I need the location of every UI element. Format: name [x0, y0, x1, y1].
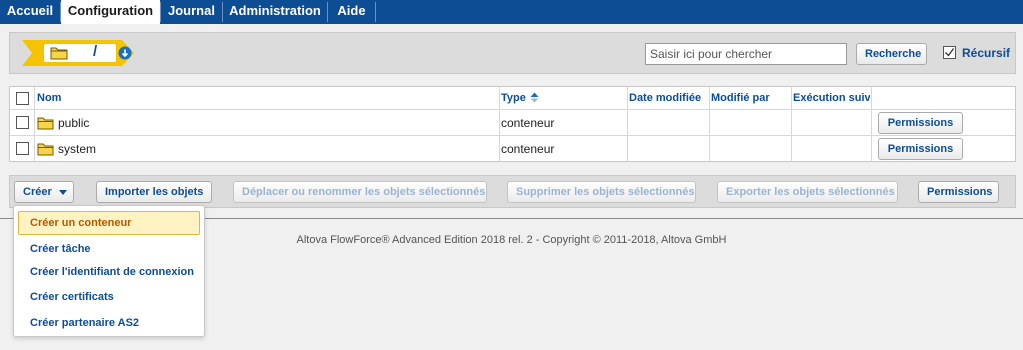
move-rename-button[interactable]: Déplacer ou renommer les objets sélectio…	[233, 181, 487, 203]
table-row: system conteneur Permissions	[10, 136, 1015, 161]
column-header-date-modified[interactable]: Date modifiée	[629, 87, 709, 109]
column-header-modified-by[interactable]: Modifié par	[711, 87, 791, 109]
breadcrumb[interactable]: /	[22, 40, 134, 66]
column-header-next-run[interactable]: Exécution suiv	[793, 87, 870, 109]
row-name-link[interactable]: system	[58, 136, 96, 162]
row-type: conteneur	[501, 116, 555, 130]
menu-item-create-credential[interactable]: Créer l'identifiant de connexion	[18, 260, 200, 284]
menu-item-create-job[interactable]: Créer tâche	[18, 237, 200, 261]
tab-administration[interactable]: Administration	[223, 0, 327, 22]
permissions-button[interactable]: Permissions	[918, 181, 999, 203]
row-name-link[interactable]: public	[58, 110, 89, 136]
menu-item-create-container[interactable]: Créer un conteneur	[18, 211, 200, 235]
import-objects-button[interactable]: Importer les objets	[96, 181, 212, 203]
breadcrumb-path[interactable]: /	[93, 43, 97, 60]
recursive-label[interactable]: Récursif	[962, 46, 1010, 60]
folder-icon	[37, 116, 54, 133]
check-icon	[945, 48, 955, 57]
select-all-checkbox[interactable]	[16, 92, 29, 105]
create-menu: Créer un conteneur Créer tâche Créer l'i…	[13, 205, 205, 337]
tab-journal[interactable]: Journal	[161, 0, 222, 22]
menu-item-create-certificates[interactable]: Créer certificats	[18, 285, 200, 309]
folder-icon	[37, 142, 54, 159]
search-input[interactable]	[645, 43, 847, 65]
top-navigation: Accueil Configuration Journal Administra…	[0, 0, 1023, 24]
object-table: Nom Type Date modifiée Modifié par Exécu…	[9, 86, 1016, 162]
export-selected-button[interactable]: Exporter les objets sélectionnés	[717, 181, 898, 203]
column-header-name[interactable]: Nom	[37, 87, 237, 109]
table-row: public conteneur Permissions	[10, 110, 1015, 135]
recursive-checkbox[interactable]	[943, 46, 956, 59]
row-permissions-button[interactable]: Permissions	[878, 112, 963, 134]
delete-selected-button[interactable]: Supprimer les objets sélectionnés	[507, 181, 696, 203]
row-checkbox[interactable]	[16, 142, 29, 155]
search-button[interactable]: Recherche	[856, 43, 927, 65]
row-permissions-button[interactable]: Permissions	[878, 138, 963, 160]
row-type: conteneur	[501, 142, 555, 156]
caret-down-icon	[58, 182, 67, 202]
create-dropdown-button[interactable]: Créer	[14, 181, 74, 203]
sort-ascending-icon[interactable]	[530, 92, 539, 106]
tab-aide[interactable]: Aide	[328, 0, 375, 22]
menu-item-create-as2-partner[interactable]: Créer partenaire AS2	[18, 311, 200, 335]
tab-separator	[375, 2, 376, 22]
tab-configuration[interactable]: Configuration	[61, 0, 160, 24]
row-checkbox[interactable]	[16, 116, 29, 129]
create-label: Créer	[23, 186, 52, 198]
tab-accueil[interactable]: Accueil	[0, 0, 60, 22]
